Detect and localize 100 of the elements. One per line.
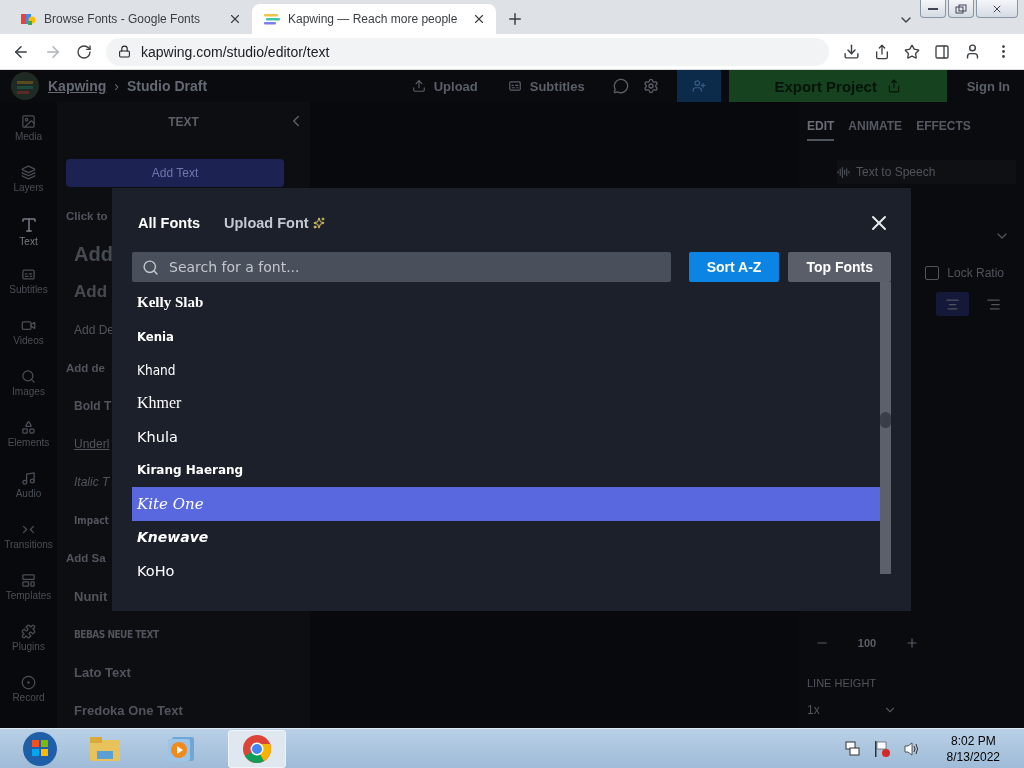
upload-button[interactable]: Upload xyxy=(411,78,478,94)
line-height-label: LINE HEIGHT xyxy=(807,677,878,689)
text-style-option[interactable]: Add xyxy=(74,282,108,302)
rail-item[interactable]: Text xyxy=(19,216,38,254)
sort-button[interactable]: Top Fonts xyxy=(788,252,891,282)
logo-icon[interactable] xyxy=(10,71,40,101)
rail-item[interactable]: Subtitles xyxy=(9,267,48,305)
rail-item[interactable]: Transitions xyxy=(4,522,53,560)
flag-icon[interactable] xyxy=(872,739,891,758)
font-option[interactable]: Kite One xyxy=(132,487,880,521)
image-icon xyxy=(21,114,36,129)
clock-date[interactable]: 8/13/2022 xyxy=(946,749,1000,764)
checkbox[interactable] xyxy=(925,266,940,280)
sign-in-link[interactable]: Sign In xyxy=(966,78,1010,94)
font-option[interactable]: Khand xyxy=(132,353,880,387)
clock-time[interactable]: 8:02 PM xyxy=(950,733,996,748)
rail-item[interactable]: Images xyxy=(12,369,45,407)
line-height-select[interactable]: 1x xyxy=(807,697,897,723)
close-button[interactable] xyxy=(976,0,1018,18)
text-style-option[interactable]: Fredoka One Text xyxy=(74,702,183,718)
rail-item[interactable]: Videos xyxy=(13,318,44,356)
restore-button[interactable] xyxy=(948,0,974,18)
new-tab-icon[interactable] xyxy=(506,10,524,28)
media-player-icon xyxy=(166,734,196,763)
rail-item[interactable]: Templates xyxy=(5,573,52,611)
favicon-icon xyxy=(20,11,36,27)
share-icon[interactable] xyxy=(874,43,890,60)
text-style-option[interactable]: Underl xyxy=(74,437,110,451)
browser-tab[interactable]: Browse Fonts - Google Fonts xyxy=(8,4,252,34)
comment-icon[interactable] xyxy=(612,78,629,94)
font-option[interactable]: Khmer xyxy=(132,386,880,420)
restore-icon xyxy=(955,3,967,14)
text-style-option[interactable]: Italic T xyxy=(74,475,110,489)
invite-button[interactable] xyxy=(676,70,721,102)
text-style-option[interactable]: Nunit xyxy=(74,588,108,604)
font-option[interactable]: Knewave xyxy=(132,520,880,554)
lock-ratio-label: Lock Ratio xyxy=(947,266,1004,280)
rail-item[interactable]: Plugins xyxy=(12,624,45,662)
text-style-option[interactable]: Add xyxy=(74,242,113,266)
lock-icon xyxy=(118,45,131,58)
property-tab[interactable]: ANIMATE xyxy=(848,113,903,141)
settings-icon[interactable] xyxy=(642,78,659,94)
video-icon xyxy=(21,318,36,333)
close-icon[interactable] xyxy=(228,12,242,26)
record-icon xyxy=(21,675,36,690)
rail-item[interactable]: Audio xyxy=(15,471,42,509)
folder-icon xyxy=(89,735,121,762)
reload-icon[interactable] xyxy=(76,43,92,60)
browser-tab[interactable]: Kapwing — Reach more people xyxy=(252,4,496,34)
rail-item[interactable]: Elements xyxy=(7,420,50,458)
download-icon[interactable] xyxy=(843,43,860,60)
speaker-icon[interactable] xyxy=(902,740,921,757)
template-icon xyxy=(21,573,36,588)
text-style-option[interactable]: Lato Text xyxy=(74,664,131,680)
add-text-button[interactable]: Add Text xyxy=(66,159,284,187)
close-icon[interactable] xyxy=(472,12,486,26)
font-option[interactable]: Kirang Haerang xyxy=(132,453,880,487)
minimize-button[interactable] xyxy=(920,0,946,18)
profile-icon[interactable] xyxy=(964,43,981,60)
rail-item[interactable]: Record xyxy=(12,675,45,713)
align-right-icon xyxy=(986,296,1001,312)
favicon-icon xyxy=(264,13,280,25)
text-style-option[interactable]: Add de xyxy=(66,362,105,374)
brand-link[interactable]: Kapwing xyxy=(48,78,107,94)
text-style-option[interactable]: Add Sa xyxy=(66,552,106,564)
rail-item[interactable]: Layers xyxy=(13,165,44,203)
network-icon[interactable] xyxy=(844,740,861,757)
scrollbar-thumb[interactable] xyxy=(880,412,891,428)
text-style-option[interactable]: Click to xyxy=(66,210,108,222)
text-style-option[interactable]: Impact xyxy=(74,514,109,526)
font-option[interactable]: Kenia xyxy=(132,319,880,353)
puzzle-icon xyxy=(21,624,36,639)
sort-button[interactable]: Sort A-Z xyxy=(688,252,780,282)
star-icon[interactable] xyxy=(904,43,920,60)
side-panel-icon[interactable] xyxy=(934,43,950,60)
property-tab[interactable]: EFFECTS xyxy=(916,113,971,141)
text-to-speech-button[interactable]: Text to Speech xyxy=(837,160,1016,184)
subtitles-button[interactable]: Subtitles xyxy=(507,78,585,94)
address-bar[interactable]: kapwing.com/studio/editor/text xyxy=(106,37,829,66)
taskbar-app[interactable] xyxy=(228,729,286,768)
layers-icon xyxy=(21,165,36,180)
tab-title: Kapwing — Reach more people xyxy=(288,12,459,26)
text-style-option[interactable]: Bold T xyxy=(74,399,112,413)
font-option[interactable]: KoHo xyxy=(132,554,880,588)
dialog-tab[interactable]: All Fonts xyxy=(138,215,201,231)
search-field[interactable]: Search for a font... xyxy=(132,252,671,282)
font-option[interactable]: Kelly Slab xyxy=(132,286,880,320)
audio-wave-icon xyxy=(837,165,850,179)
search-input[interactable]: Search for a font... xyxy=(167,258,661,276)
dialog-tab[interactable]: Upload Font xyxy=(224,215,325,231)
breadcrumb-separator: › xyxy=(114,78,119,94)
chrome-icon xyxy=(242,733,272,764)
start-button[interactable] xyxy=(22,730,58,767)
rail-item[interactable]: Media xyxy=(14,114,43,152)
property-tab[interactable]: EDIT xyxy=(807,113,835,141)
text-style-option[interactable]: BEBAS NEUE TEXT xyxy=(74,628,159,640)
url-text: kapwing.com/studio/editor/text xyxy=(141,43,330,60)
captions-icon xyxy=(507,79,522,93)
font-option[interactable]: Khula xyxy=(132,420,880,454)
tab-title: Browse Fonts - Google Fonts xyxy=(44,12,202,26)
